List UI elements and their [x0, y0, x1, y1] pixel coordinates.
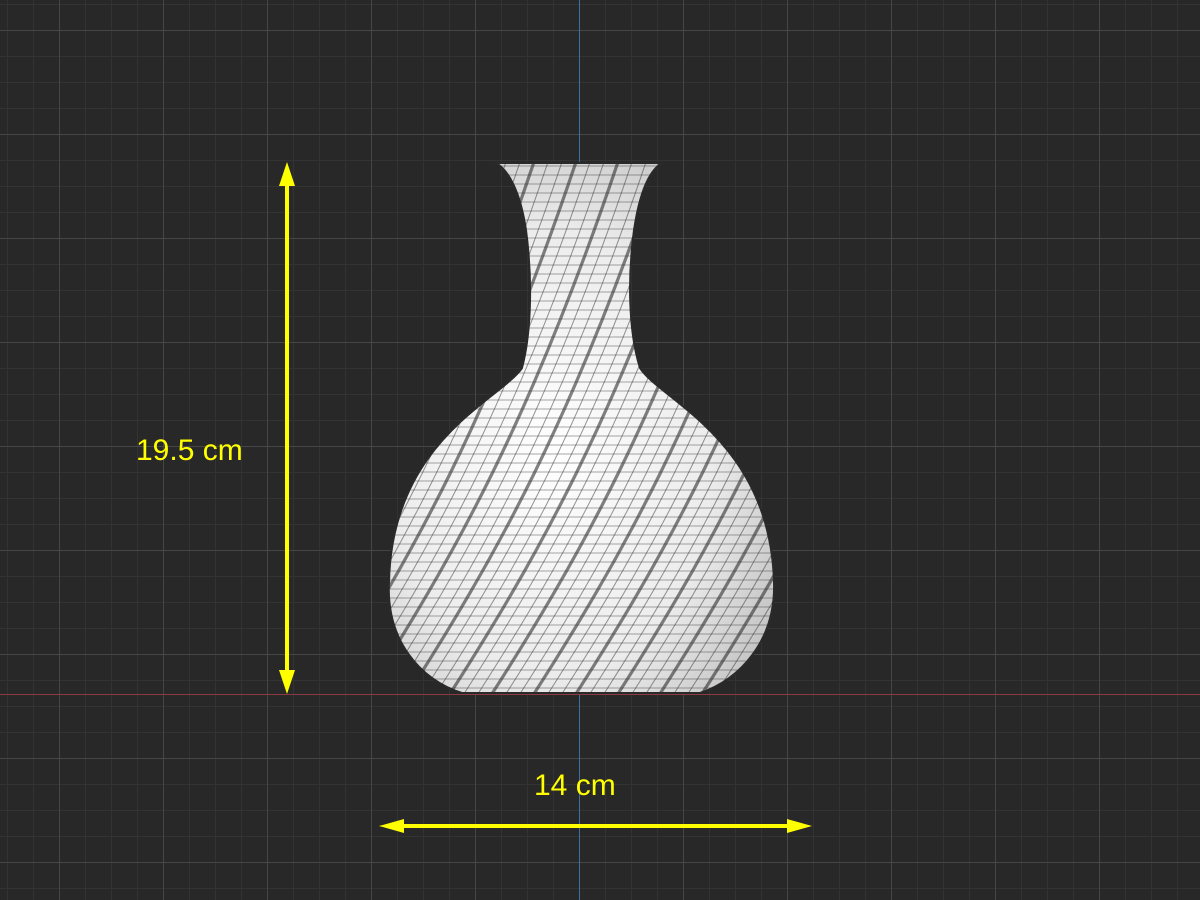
arrow-right-icon [787, 819, 812, 833]
width-dimension-label: 14 cm [534, 769, 616, 802]
mesh-swirl-line [782, 150, 790, 700]
mesh-swirl-line [370, 150, 384, 700]
arrow-down-icon [279, 670, 295, 694]
arrow-up-icon [279, 162, 295, 186]
arrow-left-icon [379, 819, 404, 833]
width-dimension-arrow [379, 819, 812, 833]
3d-viewport[interactable]: 19.5 cm 14 cm [0, 0, 1200, 900]
vase-model[interactable] [370, 150, 790, 710]
height-dimension-arrow [279, 162, 295, 694]
height-dimension-label: 19.5 cm [136, 434, 243, 467]
vase-body [388, 163, 775, 693]
